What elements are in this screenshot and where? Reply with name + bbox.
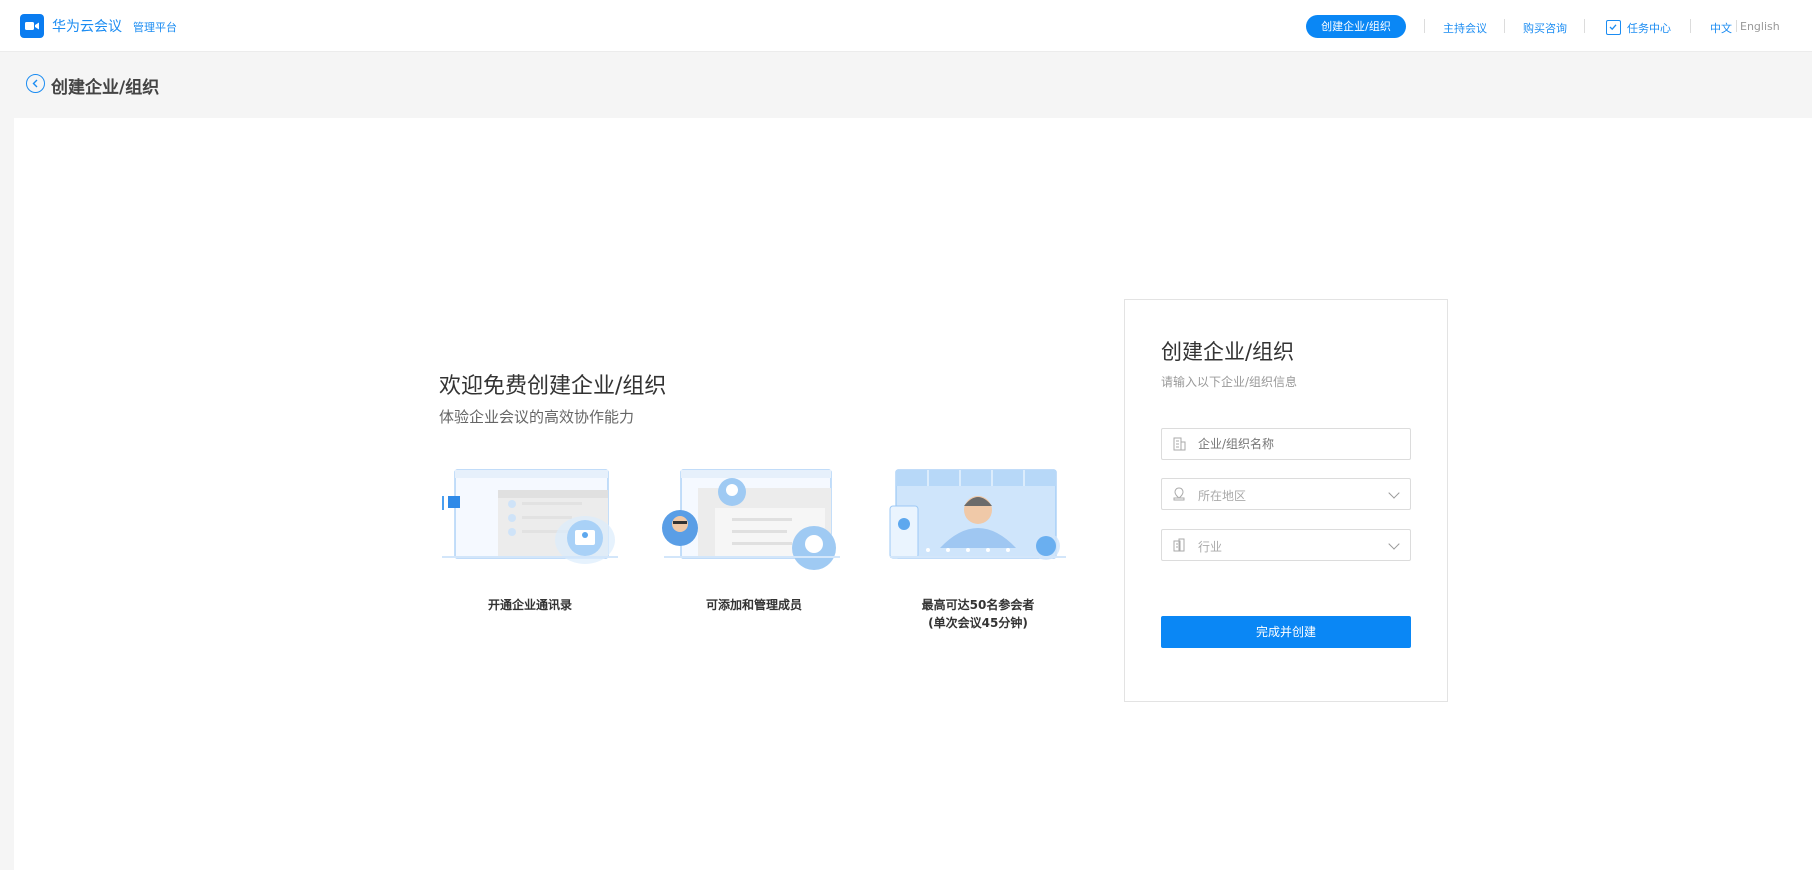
nav-divider	[1690, 19, 1691, 33]
task-center-icon[interactable]	[1606, 20, 1621, 35]
welcome-subtitle: 体验企业会议的高效协作能力	[439, 408, 635, 426]
form-subtitle: 请输入以下企业/组织信息	[1161, 375, 1298, 389]
brand-subtitle: 管理平台	[133, 21, 177, 34]
page-title: 创建企业/组织	[51, 78, 160, 98]
nav-task-center[interactable]: 任务中心	[1627, 20, 1671, 36]
lang-divider	[1736, 20, 1737, 32]
feature-label-line2: (单次会议45分钟)	[928, 616, 1028, 630]
lang-zh-link[interactable]: 中文	[1710, 20, 1732, 36]
org-name-input[interactable]	[1198, 437, 1378, 451]
industry-select[interactable]: 行业	[1161, 529, 1411, 561]
chevron-down-icon	[1388, 538, 1400, 550]
nav-host-meeting[interactable]: 主持会议	[1443, 20, 1487, 36]
nav-divider	[1584, 19, 1585, 33]
submit-create-button[interactable]: 完成并创建	[1161, 616, 1411, 648]
feature-label: 开通企业通讯录	[487, 598, 572, 612]
feature-label: 最高可达50名参会者 (单次会议45分钟)	[878, 596, 1078, 632]
members-illustration-icon	[662, 468, 842, 578]
nav-create-org-button[interactable]: 创建企业/组织	[1306, 15, 1406, 38]
feature-label-line1: 最高可达50名参会者	[921, 598, 1035, 612]
chevron-down-icon	[1388, 487, 1400, 499]
contacts-illustration-icon	[440, 468, 620, 578]
nav-divider	[1424, 19, 1425, 33]
nav-divider	[1504, 19, 1505, 33]
camera-logo-icon	[20, 14, 44, 38]
back-icon[interactable]	[26, 74, 45, 93]
industry-icon	[1173, 538, 1185, 552]
region-placeholder: 所在地区	[1198, 489, 1247, 503]
building-icon	[1173, 437, 1186, 451]
industry-placeholder: 行业	[1198, 540, 1223, 554]
lang-en-link[interactable]: English	[1740, 20, 1780, 33]
brand-name[interactable]: 华为云会议	[52, 16, 122, 36]
feature-label: 可添加和管理成员	[705, 598, 802, 612]
nav-buy-consult[interactable]: 购买咨询	[1523, 20, 1567, 36]
top-bar: 华为云会议 管理平台 创建企业/组织 主持会议 购买咨询 任务中心 中文 Eng…	[0, 0, 1812, 52]
form-title: 创建企业/组织	[1161, 340, 1295, 364]
welcome-title: 欢迎免费创建企业/组织	[439, 374, 667, 399]
meeting-illustration-icon	[888, 468, 1068, 578]
location-icon	[1173, 487, 1185, 501]
org-name-field[interactable]	[1161, 428, 1411, 460]
region-select[interactable]: 所在地区	[1161, 478, 1411, 510]
